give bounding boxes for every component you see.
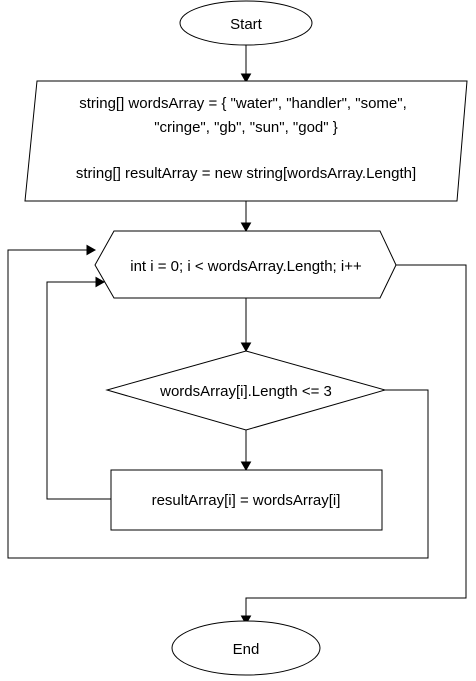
init-line-2: "cringe", "gb", "sun", "god" } <box>154 119 338 136</box>
edge-assign-back-to-loop <box>46 281 111 500</box>
end-terminal: End <box>171 620 321 676</box>
init-block: string[] wordsArray = { "water", "handle… <box>24 80 468 202</box>
start-label: Start <box>230 16 263 33</box>
condition-label: wordsArray[i].Length <= 3 <box>159 383 332 400</box>
flowchart-canvas: Start string[] wordsArray = { "water", "… <box>7 0 468 676</box>
arrowhead <box>86 244 97 256</box>
start-terminal: Start <box>179 0 313 46</box>
end-label: End <box>233 641 260 658</box>
condition-block: wordsArray[i].Length <= 3 <box>105 350 387 431</box>
loop-block: int i = 0; i < wordsArray.Length; i++ <box>94 230 397 299</box>
arrowhead <box>240 342 252 353</box>
assign-block: resultArray[i] = wordsArray[i] <box>110 469 383 531</box>
loop-label: int i = 0; i < wordsArray.Length; i++ <box>130 258 362 275</box>
arrowhead <box>240 461 252 472</box>
init-line-3: string[] resultArray = new string[wordsA… <box>76 165 416 182</box>
edge-loop-exit-to-end <box>245 264 467 616</box>
init-line-1: string[] wordsArray = { "water", "handle… <box>79 95 407 112</box>
arrowhead <box>240 222 252 233</box>
assign-label: resultArray[i] = wordsArray[i] <box>152 492 341 509</box>
